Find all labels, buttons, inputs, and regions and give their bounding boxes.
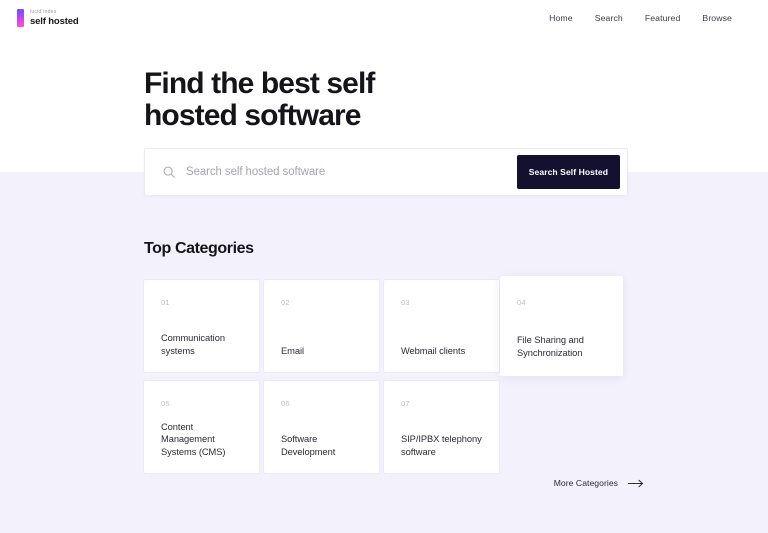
gradient-bar-logo-icon [17, 9, 24, 27]
more-categories-link[interactable]: More Categories [554, 478, 644, 488]
category-card-communication-systems[interactable]: 01 Communication systems [144, 280, 259, 372]
categories-heading: Top Categories [144, 240, 254, 257]
more-categories-label: More Categories [553, 478, 618, 488]
site-header: lucid index self hosted Home Search Feat… [0, 0, 768, 36]
category-number: 06 [281, 399, 290, 408]
nav-item-browse[interactable]: Browse [702, 13, 732, 23]
category-number: 07 [401, 399, 410, 408]
category-number: 04 [517, 298, 526, 307]
top-categories-section: Top Categories 01 Communication systems … [144, 240, 644, 473]
nav-item-home[interactable]: Home [549, 13, 573, 23]
category-label: Communication systems [161, 333, 225, 357]
category-card-sip-ipbx-telephony-software[interactable]: 07 SIP/IPBX telephony software [384, 381, 499, 473]
category-number: 05 [161, 399, 170, 408]
category-card-email[interactable]: 02 Email [264, 280, 379, 372]
search-bar[interactable]: Search Self Hosted [144, 148, 628, 196]
category-label: Email [281, 346, 304, 357]
category-label: Webmail clients [401, 346, 466, 357]
category-number: 03 [401, 298, 410, 307]
page-root: lucid index self hosted Home Search Feat… [0, 0, 768, 533]
category-number: 02 [281, 298, 290, 307]
main-nav: Home Search Featured Browse [549, 13, 732, 23]
category-label: Content Management Systems (CMS) [161, 421, 226, 458]
category-card-software-development[interactable]: 06 Software Development [264, 381, 379, 473]
category-card-content-management-systems[interactable]: 05 Content Management Systems (CMS) [144, 381, 259, 473]
hero-section: Find the best self hosted software [144, 68, 644, 132]
nav-item-featured[interactable]: Featured [645, 13, 681, 23]
category-number: 01 [161, 298, 170, 307]
nav-item-search[interactable]: Search [595, 13, 623, 23]
search-icon [162, 165, 176, 179]
brand-text: lucid index self hosted [30, 8, 79, 27]
more-categories-row: More Categories [0, 478, 644, 488]
category-label: Software Development [281, 434, 336, 458]
search-input[interactable] [186, 149, 517, 195]
brand-eyebrow: lucid index [30, 8, 57, 15]
search-submit-button[interactable]: Search Self Hosted [516, 155, 620, 189]
category-card-webmail-clients[interactable]: 03 Webmail clients [384, 280, 499, 372]
arrow-right-icon [627, 479, 644, 488]
category-label: File Sharing and Synchronization [517, 335, 584, 359]
categories-grid: 01 Communication systems 02 Email 03 Web… [144, 276, 624, 473]
category-card-file-sharing-and-synchronization[interactable]: 04 File Sharing and Synchronization [500, 276, 623, 376]
category-label: SIP/IPBX telephony software [401, 434, 482, 458]
page-title: Find the best self hosted software [144, 67, 375, 132]
brand-name: self hosted [30, 15, 79, 27]
brand-logo[interactable]: lucid index self hosted [17, 9, 79, 27]
